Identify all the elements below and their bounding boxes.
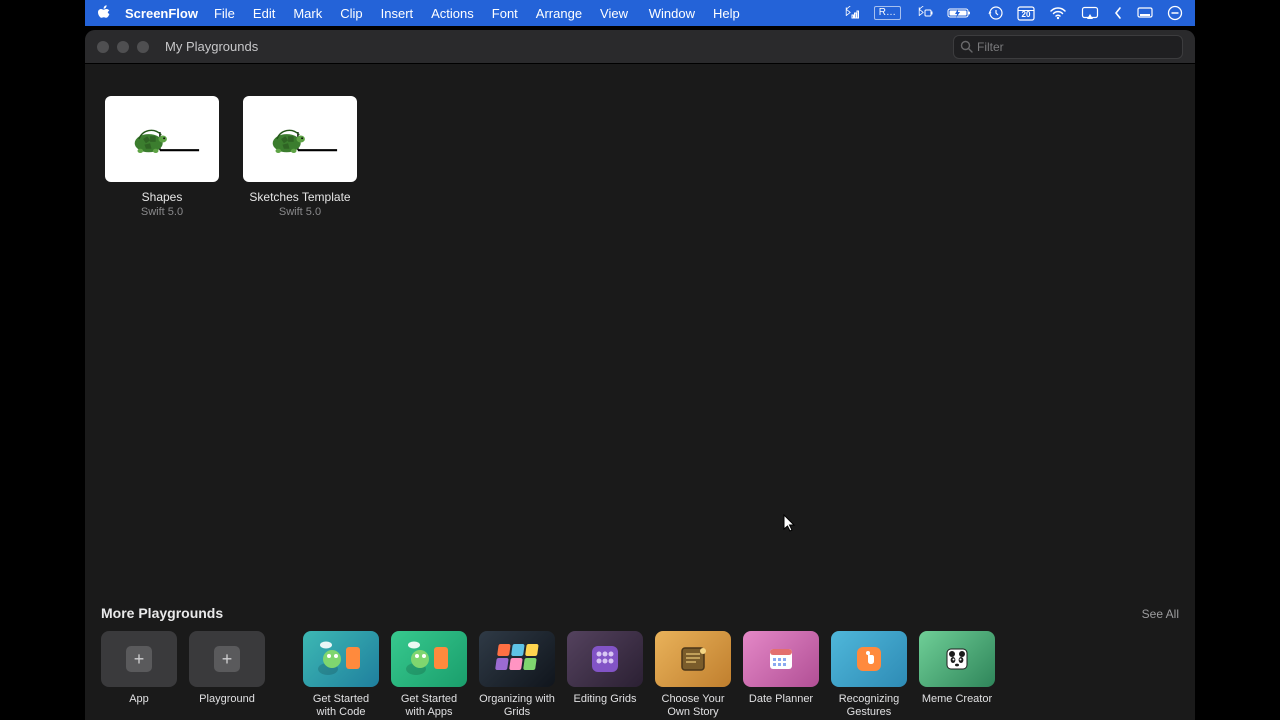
recording-status[interactable]: R… xyxy=(874,6,901,20)
template-tile[interactable]: Get Started with Apps xyxy=(391,631,467,720)
app-name[interactable]: ScreenFlow xyxy=(125,6,198,21)
battery-icon[interactable] xyxy=(947,6,973,20)
playground-subtitle: Swift 5.0 xyxy=(243,206,357,218)
playground-subtitle: Swift 5.0 xyxy=(105,206,219,218)
tile-caption: Date Planner xyxy=(743,693,819,719)
template-thumbnail xyxy=(919,631,995,687)
create-tile-box: + xyxy=(189,631,265,687)
playground-thumbnail xyxy=(243,96,357,182)
time-machine-icon[interactable] xyxy=(987,5,1003,21)
create-app-tile[interactable]: + App xyxy=(101,631,177,719)
template-tile[interactable]: Meme Creator xyxy=(919,631,995,719)
plus-icon: + xyxy=(126,646,152,672)
apple-menu-icon[interactable] xyxy=(97,5,111,21)
see-all-link[interactable]: See All xyxy=(1142,607,1179,621)
do-not-disturb-icon[interactable] xyxy=(1167,5,1183,21)
menu-window[interactable]: Window xyxy=(649,6,695,21)
template-tile[interactable]: Get Started with Code xyxy=(303,631,379,720)
menu-mark[interactable]: Mark xyxy=(293,6,322,21)
window-zoom-button[interactable] xyxy=(137,41,149,53)
template-tile[interactable]: Date Planner xyxy=(743,631,819,719)
tile-caption: Get Started with Code xyxy=(303,693,379,720)
template-tile[interactable]: Organizing with Grids xyxy=(479,631,555,720)
template-tile[interactable]: Recognizing Gestures xyxy=(831,631,907,720)
template-thumbnail xyxy=(479,631,555,687)
playgrounds-window: My Playgrounds xyxy=(85,30,1195,720)
bluetooth-battery-icon[interactable] xyxy=(915,6,933,20)
search-icon xyxy=(960,40,973,53)
tile-caption: Organizing with Grids xyxy=(479,693,555,720)
menu-view[interactable]: View xyxy=(600,6,628,21)
plus-icon: + xyxy=(214,646,240,672)
playground-name: Shapes xyxy=(105,190,219,204)
create-playground-tile[interactable]: + Playground xyxy=(189,631,265,719)
mouse-cursor-icon xyxy=(783,514,797,534)
playground-item[interactable]: Sketches Template Swift 5.0 xyxy=(243,96,357,218)
window-content: Shapes Swift 5.0 xyxy=(85,64,1195,599)
playground-thumbnail xyxy=(105,96,219,182)
more-playgrounds-row: + App + Playground Get Started with Code Get … xyxy=(101,631,1179,720)
tile-caption: Editing Grids xyxy=(567,693,643,719)
template-thumbnail xyxy=(831,631,907,687)
template-thumbnail xyxy=(655,631,731,687)
template-thumbnail xyxy=(391,631,467,687)
wifi-icon[interactable] xyxy=(1049,6,1067,20)
menu-clip[interactable]: Clip xyxy=(340,6,362,21)
tile-caption: App xyxy=(101,693,177,719)
menu-actions[interactable]: Actions xyxy=(431,6,474,21)
tile-caption: Recognizing Gestures xyxy=(831,693,907,720)
tile-caption: Choose Your Own Story xyxy=(655,693,731,720)
create-tile-box: + xyxy=(101,631,177,687)
template-tile[interactable]: Choose Your Own Story xyxy=(655,631,731,720)
screen-mirroring-icon[interactable] xyxy=(1081,6,1099,20)
template-thumbnail xyxy=(303,631,379,687)
template-tile[interactable]: Editing Grids xyxy=(567,631,643,719)
chevron-left-icon[interactable] xyxy=(1113,6,1123,20)
template-thumbnail xyxy=(567,631,643,687)
playground-name: Sketches Template xyxy=(243,190,357,204)
more-playgrounds-section: More Playgrounds See All + App + Playground… xyxy=(85,599,1195,720)
menu-insert[interactable]: Insert xyxy=(381,6,414,21)
window-title: My Playgrounds xyxy=(165,39,258,54)
window-traffic-lights[interactable] xyxy=(97,41,149,53)
menu-font[interactable]: Font xyxy=(492,6,518,21)
window-titlebar: My Playgrounds xyxy=(85,30,1195,64)
filter-input[interactable] xyxy=(977,40,1176,54)
menu-edit[interactable]: Edit xyxy=(253,6,275,21)
tile-caption: Meme Creator xyxy=(919,693,995,719)
tile-caption: Playground xyxy=(189,693,265,719)
menu-file[interactable]: File xyxy=(214,6,235,21)
macos-menubar: ScreenFlow File Edit Mark Clip Insert Ac… xyxy=(85,0,1195,26)
menu-help[interactable]: Help xyxy=(713,6,740,21)
menu-arrange[interactable]: Arrange xyxy=(536,6,582,21)
calendar-status-icon[interactable]: 20 xyxy=(1017,5,1035,21)
bluetooth-audio-icon[interactable] xyxy=(842,6,860,20)
dock-icon[interactable] xyxy=(1137,6,1153,20)
my-playgrounds-grid: Shapes Swift 5.0 xyxy=(85,64,1195,250)
template-thumbnail xyxy=(743,631,819,687)
tile-caption: Get Started with Apps xyxy=(391,693,467,720)
window-minimize-button[interactable] xyxy=(117,41,129,53)
window-close-button[interactable] xyxy=(97,41,109,53)
more-playgrounds-title: More Playgrounds xyxy=(101,605,223,621)
filter-field[interactable] xyxy=(953,35,1183,59)
playground-item[interactable]: Shapes Swift 5.0 xyxy=(105,96,219,218)
